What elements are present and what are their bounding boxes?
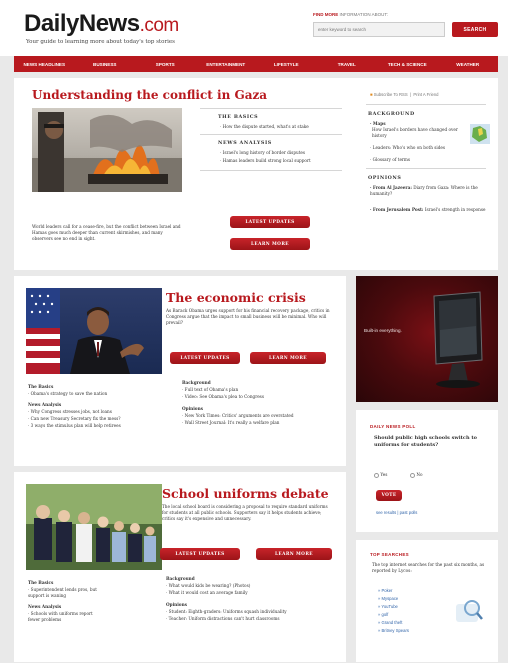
gaza-bg-item[interactable]: · Glossary of terms: [370, 157, 410, 163]
gaza-bg-item[interactable]: · Leaders: Who's who on both sides: [370, 145, 445, 151]
poll-option-no[interactable]: No: [410, 472, 423, 478]
gaza-photo: [32, 108, 182, 192]
economy-photo: [26, 288, 162, 374]
poll-widget: DAILY NEWS POLL Should public high schoo…: [356, 410, 498, 532]
school-background-item[interactable]: · What it would cost an average family: [166, 590, 248, 596]
top-search-item[interactable]: » Grand theft: [378, 620, 402, 626]
gaza-analysis-item[interactable]: · Israel's long history of border disput…: [220, 150, 305, 156]
gaza-maps-text[interactable]: How Israel's borders have changed over h…: [372, 127, 462, 139]
economy-learn-more-button[interactable]: LEARN MORE: [250, 352, 326, 364]
gaza-learn-more-button[interactable]: LEARN MORE: [230, 238, 310, 250]
school-feature: School uniforms debate The local school …: [14, 472, 346, 662]
search-label: FIND MORE INFORMATION ABOUT:: [313, 12, 388, 17]
economy-latest-updates-button[interactable]: LATEST UPDATES: [170, 352, 240, 364]
gaza-analysis-item[interactable]: · Hamas leaders build strong local suppo…: [220, 158, 311, 164]
print-link[interactable]: Print A Friend: [413, 92, 438, 97]
top-search-item[interactable]: » Poker: [378, 588, 392, 594]
nav-item-weather[interactable]: WEATHER: [438, 62, 499, 67]
gaza-opinion-item[interactable]: · From Jerusalem Post: Israel's strength…: [370, 207, 488, 213]
gaza-feature: Understanding the conflict in Gaza World…: [14, 78, 498, 270]
poll-title: DAILY NEWS POLL: [370, 424, 416, 429]
nav-item-tech-science[interactable]: TECH & SCIENCE: [377, 62, 438, 67]
radio-icon[interactable]: [410, 472, 415, 478]
computer-monitor-icon: [433, 291, 483, 388]
site-logo[interactable]: DailyNews.com: [24, 10, 179, 38]
poll-vote-button[interactable]: VOTE: [376, 490, 402, 501]
top-searches-widget: TOP SEARCHES The top internet searches f…: [356, 540, 498, 662]
economy-feature: The economic crisis As Barack Obama urge…: [14, 276, 346, 466]
site-header: DailyNews.com Your guide to learning mor…: [0, 0, 508, 56]
main-nav: NEWS HEADLINES BUSINESS SPORTS ENTERTAIN…: [14, 56, 498, 72]
divider: [200, 108, 342, 109]
poll-results-link[interactable]: see results | past polls: [376, 510, 417, 516]
gaza-analysis-title: NEWS ANALYSIS: [218, 140, 272, 146]
map-thumbnail-icon[interactable]: [470, 124, 490, 144]
divider: [366, 168, 486, 169]
nav-item-sports[interactable]: SPORTS: [135, 62, 196, 67]
divider: [366, 104, 486, 105]
economy-basics-title: The Basics: [28, 384, 54, 389]
search-button[interactable]: SEARCH: [452, 22, 498, 37]
nav-item-business[interactable]: BUSINESS: [75, 62, 136, 67]
school-summary: The local school board is considering a …: [162, 504, 328, 522]
top-search-item[interactable]: » golf: [378, 612, 388, 618]
site-tagline: Your guide to learning more about today'…: [26, 39, 175, 45]
economy-analysis-item[interactable]: · Why Congress stresses jobs, not loans: [28, 409, 112, 415]
gaza-basics-title: THE BASICS: [218, 114, 259, 120]
economy-headline[interactable]: The economic crisis: [166, 290, 306, 305]
top-searches-intro: The top internet searches for the past s…: [372, 562, 485, 574]
economy-opinion-item[interactable]: · New York Times: Critics' arguments are…: [182, 413, 294, 419]
economy-analysis-item[interactable]: · Can new Treasury Secretary fix the mes…: [28, 416, 121, 422]
ad-text: Built-in everything.: [364, 328, 402, 333]
top-search-item[interactable]: » Britney Spears: [378, 628, 409, 634]
top-search-item[interactable]: » Myspace: [378, 596, 398, 602]
divider: [200, 134, 342, 135]
rss-icon: ■: [370, 92, 373, 97]
school-learn-more-button[interactable]: LEARN MORE: [256, 548, 332, 560]
top-search-item[interactable]: » YouTube: [378, 604, 398, 610]
economy-opinion-item[interactable]: · Wall Street Journal: It's really a wel…: [182, 420, 279, 426]
school-opinion-item[interactable]: · Student: Eighth-graders: Uniforms squa…: [166, 609, 287, 615]
school-analysis-item[interactable]: fewer problems: [28, 617, 61, 623]
school-background-item[interactable]: · What would kids be wearing? (Photos): [166, 583, 250, 589]
nav-item-lifestyle[interactable]: LIFESTYLE: [256, 62, 317, 67]
school-latest-updates-button[interactable]: LATEST UPDATES: [160, 548, 240, 560]
divider: [200, 170, 342, 171]
gaza-headline[interactable]: Understanding the conflict in Gaza: [32, 88, 267, 102]
gaza-latest-updates-button[interactable]: LATEST UPDATES: [230, 216, 310, 228]
subscribe-link[interactable]: Subscribe To RSS: [374, 92, 408, 97]
gaza-background-title: BACKGROUND: [368, 111, 415, 117]
advertisement[interactable]: Built-in everything.: [356, 276, 498, 402]
school-opinion-item[interactable]: · Teacher: Uniform distractions can't hu…: [166, 616, 279, 622]
nav-item-entertainment[interactable]: ENTERTAINMENT: [196, 62, 257, 67]
economy-basics-item[interactable]: · Obama's strategy to save the nation: [28, 391, 107, 397]
school-basics-item[interactable]: support is waning: [28, 593, 66, 599]
gaza-opinions-title: OPINIONS: [368, 175, 402, 181]
economy-analysis-item[interactable]: · 3 ways the stimulus plan will help ret…: [28, 423, 121, 429]
radio-icon[interactable]: [374, 472, 379, 478]
poll-question: Should public high schools switch to uni…: [374, 435, 477, 448]
search-input[interactable]: [313, 22, 445, 37]
economy-background-item[interactable]: · Video: See Obama's plea to Congress: [182, 394, 264, 400]
economy-analysis-title: News Analysis: [28, 402, 62, 407]
top-searches-title: TOP SEARCHES: [370, 552, 409, 557]
school-photo: [26, 484, 162, 570]
school-analysis-title: News Analysis: [28, 604, 62, 609]
economy-background-title: Background: [182, 380, 211, 385]
economy-summary: As Barack Obama urges support for his fi…: [166, 308, 330, 326]
magnifier-graphic-icon: [456, 600, 483, 622]
school-basics-title: The Basics: [28, 580, 54, 585]
economy-opinions-title: Opinions: [182, 406, 203, 411]
nav-item-news-headlines[interactable]: NEWS HEADLINES: [14, 62, 75, 67]
economy-background-item[interactable]: · Full text of Obama's plan: [182, 387, 238, 393]
gaza-basics-item[interactable]: · How the dispute started, what's at sta…: [220, 124, 309, 130]
nav-item-travel[interactable]: TRAVEL: [317, 62, 378, 67]
gaza-opinion-item[interactable]: · From Al Jazeera: Diary from Gaza: Wher…: [370, 185, 488, 197]
school-background-title: Background: [166, 576, 195, 581]
school-opinions-title: Opinions: [166, 602, 187, 607]
gaza-caption: World leaders call for a cease-fire, but…: [32, 224, 181, 242]
poll-option-yes[interactable]: Yes: [374, 472, 387, 478]
school-headline[interactable]: School uniforms debate: [162, 486, 329, 501]
gaza-tools: ■ Subscribe To RSS | Print A Friend: [370, 92, 439, 97]
